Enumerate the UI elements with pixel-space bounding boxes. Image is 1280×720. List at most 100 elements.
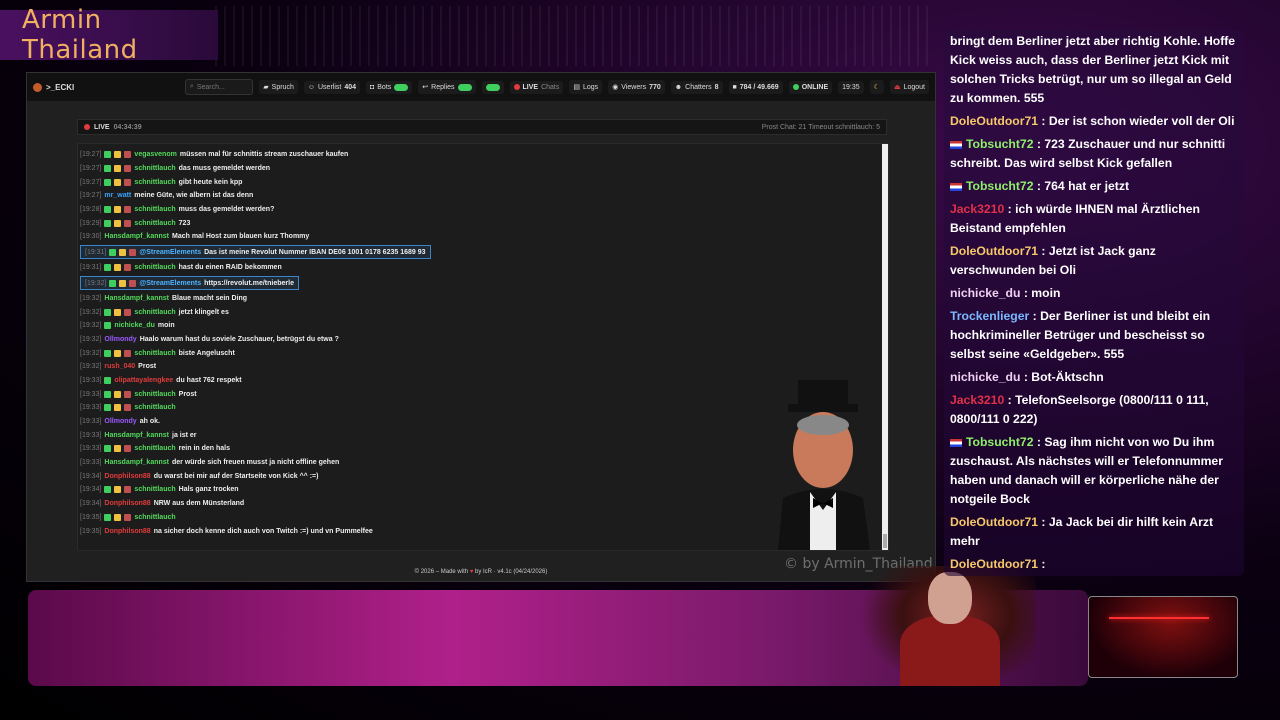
user-badge-icon: [114, 445, 122, 453]
message-user[interactable]: vegasvenom: [134, 151, 176, 158]
message-user[interactable]: Donphilson88: [104, 528, 150, 535]
message-user[interactable]: schnittlauch: [134, 264, 175, 271]
overlay-chat-message: nichicke_du : moin: [950, 286, 1061, 300]
overlay-chat-user: Jack3210: [950, 202, 1005, 216]
message-user[interactable]: schnittlauch: [134, 391, 175, 398]
heart-icon: ♥: [469, 569, 474, 575]
chat-message: [19:33] schnittlauch: [80, 401, 800, 415]
nav-replies-button[interactable]: ↩ Replies: [418, 80, 476, 94]
chat-scrollbar[interactable]: [882, 144, 888, 550]
message-time: [19:33]: [80, 445, 102, 453]
message-user[interactable]: @StreamElements: [139, 280, 201, 287]
message-user[interactable]: schnittlauch: [134, 445, 175, 452]
footer-prefix: © 2026 – Made with: [414, 569, 469, 575]
message-user[interactable]: Ollmondy: [104, 418, 136, 425]
overlay-chat-user: Tobsucht72: [966, 179, 1034, 193]
logout-button[interactable]: ⏏ Logout: [889, 80, 929, 94]
flag-icon: [950, 182, 962, 191]
nav-chatters-button[interactable]: ☻ Chatters 8: [670, 80, 723, 94]
message-user[interactable]: schnittlauch: [134, 309, 175, 316]
user-badge-icon: [129, 279, 137, 287]
message-time: [19:30]: [80, 233, 102, 241]
user-badge-icon: [124, 219, 132, 227]
chat-message: [19:27] schnittlauch das muss gemeldet wer…: [80, 162, 800, 176]
message-text: Haalo warum hast du soviele Zuschauer, b…: [139, 335, 339, 343]
user-badge-icon: [124, 349, 132, 357]
theme-toggle-button[interactable]: ☾: [869, 80, 884, 94]
message-user[interactable]: Ollmondy: [104, 336, 136, 343]
message-time: [19:27]: [80, 192, 102, 200]
nav-userlist-button[interactable]: ☺ Userlist 404: [303, 80, 361, 94]
user-badge-icon: [124, 165, 132, 173]
chat-message: [19:32] Hansdampf_kannst Blaue macht sein …: [80, 292, 800, 306]
channel-logo[interactable]: >_ECKI: [33, 82, 179, 92]
overlay-chat-text: moin: [1031, 286, 1061, 300]
nav-live-chats-button[interactable]: LIVE Chats: [509, 80, 564, 94]
overlay-chat-message: nichicke_du : Bot-Äktschn: [950, 370, 1104, 384]
user-badge-icon: [124, 390, 132, 398]
message-text: ja ist er: [172, 431, 197, 439]
message-user[interactable]: schnittlauch: [134, 486, 175, 493]
message-user[interactable]: Hansdampf_kannst: [104, 432, 169, 439]
message-user[interactable]: Hansdampf_kannst: [104, 233, 169, 240]
brand-banner: Armin Thailand: [0, 5, 218, 65]
replies-toggle[interactable]: [457, 83, 472, 91]
nav-spruch-button[interactable]: ▰ Spruch: [259, 80, 298, 94]
message-user[interactable]: Donphilson88: [104, 473, 150, 480]
webcam-feed: [860, 566, 1036, 690]
user-badge-icon: [114, 349, 122, 357]
message-time: [19:35]: [80, 513, 102, 521]
message-user[interactable]: schnittlauch: [134, 179, 175, 186]
message-text: https://revolut.me/tnieberle: [204, 279, 294, 287]
nav-followers-button[interactable]: ■ 784 / 49.669: [728, 80, 783, 94]
bots-toggle[interactable]: [394, 83, 409, 91]
message-user[interactable]: schnittlauch: [134, 350, 175, 357]
nav-bots-button[interactable]: ◘ Bots: [366, 80, 413, 94]
nav-logs-button[interactable]: ▤ Logs: [569, 80, 603, 94]
message-text: NRW aus dem Münsterland: [153, 500, 245, 508]
user-badge-icon: [104, 349, 112, 357]
overlay-chat-message: DoleOutdoor71 :: [950, 557, 1046, 571]
nav-viewers-button[interactable]: ◉ Viewers 770: [608, 80, 665, 94]
user-badge-icon: [104, 322, 112, 330]
message-user[interactable]: schnittlauch: [134, 404, 175, 411]
message-user[interactable]: Hansdampf_kannst: [104, 295, 169, 302]
message-time: [19:33]: [80, 376, 102, 384]
search-icon: ⌕: [189, 83, 194, 90]
message-user[interactable]: @StreamElements: [139, 249, 201, 256]
chat-message: [19:34] Donphilson88 NRW aus dem Münsterla…: [80, 497, 800, 511]
message-user[interactable]: olipattayalengkee: [114, 377, 173, 384]
message-user[interactable]: schnittlauch: [134, 206, 175, 213]
chat-message: [19:28] schnittlauch muss das gemeldet wer…: [80, 203, 800, 217]
user-badge-icon: [114, 404, 122, 412]
user-badge-icon: [104, 513, 112, 521]
message-user[interactable]: rush_040: [104, 363, 135, 370]
user-badge-icon: [104, 445, 112, 453]
message-text: du hast 762 respekt: [176, 376, 242, 384]
brand-title: Armin Thailand: [22, 5, 138, 65]
message-user[interactable]: schnittlauch: [134, 165, 175, 172]
message-time: [19:27]: [80, 165, 102, 173]
message-user[interactable]: schnittlauch: [134, 514, 175, 521]
message-user[interactable]: mr_watt: [104, 192, 131, 199]
chat-message: [19:35] schnittlauch: [80, 511, 800, 525]
uptime: 04:34:39: [113, 123, 142, 131]
chat-message: [19:29] schnittlauch 723: [80, 216, 800, 230]
message-text: hast du einen RAID bekommen: [178, 264, 282, 272]
search-input[interactable]: ⌕ Search...: [184, 79, 254, 95]
camera-preview-box: [1088, 596, 1238, 678]
nav-extra-toggle[interactable]: [481, 80, 504, 94]
message-text: 723: [178, 219, 191, 227]
nav-label: Chatters: [685, 83, 712, 91]
live-indicator: LIVE 04:34:39: [84, 124, 142, 131]
message-user[interactable]: Hansdampf_kannst: [104, 459, 169, 466]
message-text: ah ok.: [139, 418, 160, 426]
extra-toggle[interactable]: [485, 83, 500, 91]
chat-log[interactable]: [19:27] vegasvenom müssen mal für schnitti…: [77, 143, 889, 551]
message-user[interactable]: Donphilson88: [104, 500, 150, 507]
overlay-chat-user: Jack3210: [950, 393, 1005, 407]
message-user[interactable]: nichicke_du: [114, 322, 154, 329]
avatar: [33, 82, 42, 92]
user-badge-icon: [124, 404, 132, 412]
message-user[interactable]: schnittlauch: [134, 220, 175, 227]
